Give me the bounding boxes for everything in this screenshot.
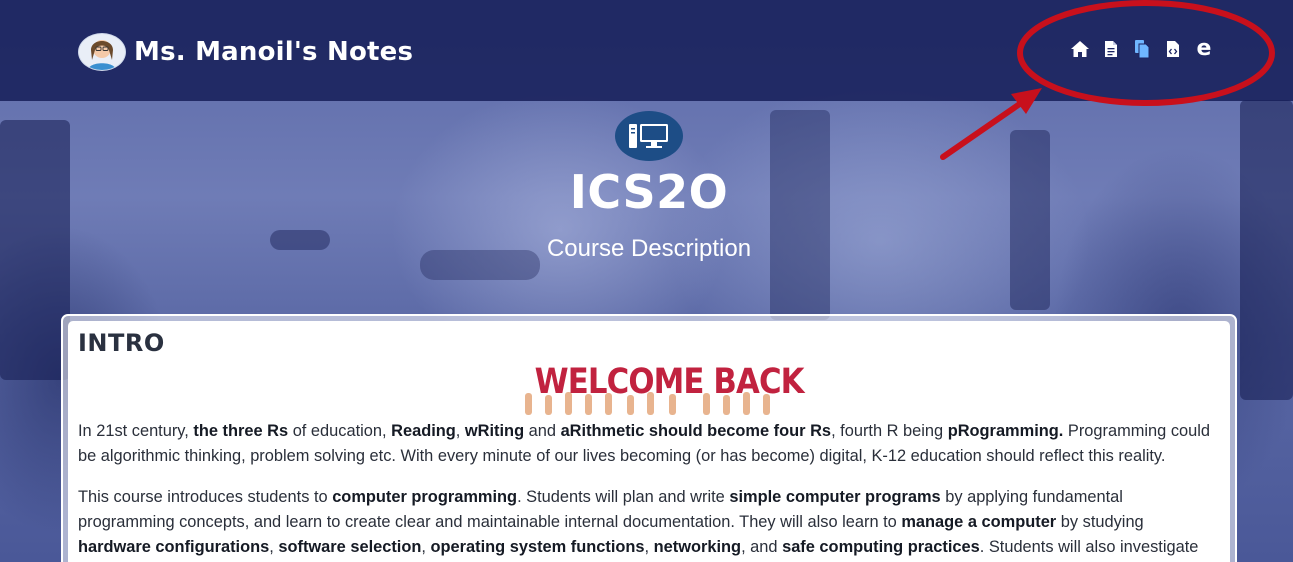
edge-browser-icon[interactable]: e	[1194, 38, 1214, 60]
intro-paragraph-2: This course introduces students to compu…	[78, 485, 1220, 562]
bold-term: computer programming	[332, 488, 518, 506]
course-code: ICS2O	[569, 165, 729, 219]
text-run: and	[524, 422, 561, 440]
text-run: by studying	[1056, 513, 1144, 531]
bold-term: safe computing practices	[782, 538, 980, 556]
text-run: ,	[269, 538, 279, 556]
bold-term: wRiting	[464, 422, 525, 440]
welcome-back-text: WELCOME BACK	[534, 362, 805, 402]
text-run: . Students will plan and write	[517, 488, 730, 506]
bold-term: networking	[653, 538, 742, 556]
text-run: ,	[421, 538, 431, 556]
home-icon[interactable]	[1070, 38, 1090, 60]
site-title[interactable]: Ms. Manoil's Notes	[134, 37, 413, 67]
code-file-icon[interactable]	[1163, 38, 1183, 60]
welcome-image-wrap: WELCOME BACK	[78, 359, 1220, 415]
site-header: Ms. Manoil's Notes e	[0, 0, 1293, 101]
text-run: This course introduces students to	[78, 488, 333, 506]
bold-term: Reading	[391, 422, 456, 440]
intro-paragraph-1: In 21st century, the three Rs of educati…	[78, 419, 1220, 469]
text-run: ,	[455, 422, 465, 440]
bold-term: simple computer programs	[729, 488, 941, 506]
intro-heading: INTRO	[78, 329, 165, 357]
teacher-avatar-icon	[78, 33, 126, 71]
header-nav: e	[1070, 38, 1214, 60]
bold-term: pRogramming.	[947, 422, 1064, 440]
content-card: INTRO WELCOME BACK In 21st century, the …	[68, 321, 1230, 562]
bold-term: operating system functions	[430, 538, 645, 556]
copy-documents-icon[interactable]	[1132, 38, 1152, 60]
welcome-back-image: WELCOME BACK	[519, 359, 805, 415]
course-subtitle: Course Description	[546, 235, 752, 262]
text-run: of education,	[288, 422, 392, 440]
bold-term: aRithmetic should become four Rs	[560, 422, 832, 440]
bold-term: manage a computer	[901, 513, 1057, 531]
text-run: , and	[741, 538, 783, 556]
bold-term: hardware configurations	[78, 538, 270, 556]
text-run: ,	[644, 538, 654, 556]
brand[interactable]: Ms. Manoil's Notes	[78, 33, 413, 71]
document-icon[interactable]	[1101, 38, 1121, 60]
text-run: , fourth R being	[831, 422, 948, 440]
bold-term: software selection	[278, 538, 422, 556]
text-run: In 21st century,	[78, 422, 194, 440]
bold-term: the three Rs	[193, 422, 289, 440]
page: Ms. Manoil's Notes e ICS2O Course Descri…	[0, 0, 1293, 562]
computer-desktop-icon	[615, 111, 683, 161]
